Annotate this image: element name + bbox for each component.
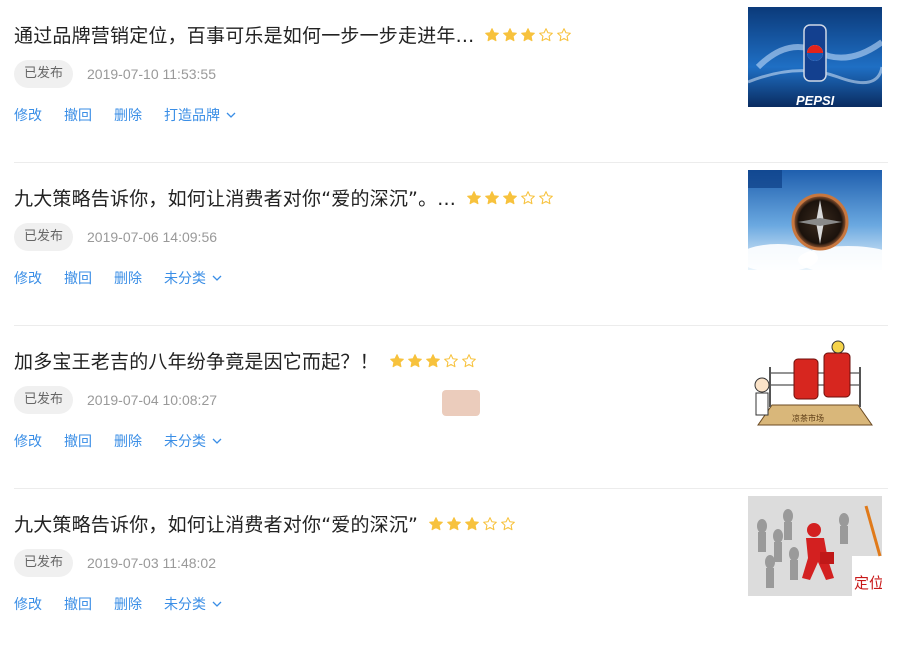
article-item: 通过品牌营销定位，百事可乐是如何一步一步走进年... 已发布 2019-07-1… <box>14 0 888 163</box>
star-filled-icon <box>428 516 444 532</box>
star-filled-icon <box>502 27 518 43</box>
status-badge: 已发布 <box>14 60 74 88</box>
article-thumbnail[interactable] <box>748 170 882 270</box>
rating-stars <box>389 353 479 369</box>
star-filled-icon <box>425 353 441 369</box>
star-outline-icon <box>556 27 572 43</box>
thumbnail-text: 凉茶市场 <box>792 413 824 423</box>
star-filled-icon <box>520 27 536 43</box>
publish-date: 2019-07-04 10:08:27 <box>87 392 218 408</box>
delete-link[interactable]: 删除 <box>114 431 142 451</box>
status-badge: 已发布 <box>14 223 74 251</box>
star-filled-icon <box>389 353 405 369</box>
article-thumbnail[interactable]: PEPSI <box>748 7 882 107</box>
article-item: 九大策略告诉你，如何让消费者对你“爱的深沉”。... 已发布 2019-07-0… <box>14 163 888 326</box>
article-title[interactable]: 加多宝王老吉的八年纷争竟是因它而起？！ <box>14 347 379 374</box>
withdraw-link[interactable]: 撤回 <box>64 594 92 614</box>
redaction-smudge <box>442 390 480 416</box>
withdraw-link[interactable]: 撤回 <box>64 268 92 288</box>
chevron-down-icon <box>212 436 222 446</box>
star-filled-icon <box>466 190 482 206</box>
star-filled-icon <box>407 353 423 369</box>
article-thumbnail[interactable]: 定位 <box>748 496 882 596</box>
edit-link[interactable]: 修改 <box>14 105 42 125</box>
star-filled-icon <box>464 516 480 532</box>
star-outline-icon <box>461 353 477 369</box>
category-dropdown[interactable]: 未分类 <box>164 594 222 614</box>
category-label: 未分类 <box>164 434 206 450</box>
star-filled-icon <box>484 190 500 206</box>
article-title[interactable]: 九大策略告诉你，如何让消费者对你“爱的深沉”。... <box>14 184 456 211</box>
chevron-down-icon <box>226 110 236 120</box>
edit-link[interactable]: 修改 <box>14 594 42 614</box>
article-item: 九大策略告诉你，如何让消费者对你“爱的深沉” 已发布 2019-07-03 11… <box>14 489 888 652</box>
star-outline-icon <box>520 190 536 206</box>
star-outline-icon <box>538 27 554 43</box>
rating-stars <box>428 516 518 532</box>
edit-link[interactable]: 修改 <box>14 431 42 451</box>
star-outline-icon <box>443 353 459 369</box>
star-outline-icon <box>500 516 516 532</box>
thumbnail-text: PEPSI <box>796 93 835 107</box>
status-badge: 已发布 <box>14 549 74 577</box>
star-outline-icon <box>482 516 498 532</box>
withdraw-link[interactable]: 撤回 <box>64 105 92 125</box>
category-label: 未分类 <box>164 597 206 613</box>
delete-link[interactable]: 删除 <box>114 594 142 614</box>
publish-date: 2019-07-06 14:09:56 <box>87 229 218 245</box>
edit-link[interactable]: 修改 <box>14 268 42 288</box>
star-filled-icon <box>484 27 500 43</box>
article-thumbnail[interactable]: 凉茶市场 <box>748 333 882 433</box>
article-title[interactable]: 通过品牌营销定位，百事可乐是如何一步一步走进年... <box>14 21 474 48</box>
star-filled-icon <box>446 516 462 532</box>
category-dropdown[interactable]: 未分类 <box>164 431 222 451</box>
category-label: 未分类 <box>164 271 206 287</box>
category-dropdown[interactable]: 未分类 <box>164 268 222 288</box>
category-dropdown[interactable]: 打造品牌 <box>164 105 236 125</box>
rating-stars <box>484 27 574 43</box>
article-title[interactable]: 九大策略告诉你，如何让消费者对你“爱的深沉” <box>14 510 418 537</box>
withdraw-link[interactable]: 撤回 <box>64 431 92 451</box>
delete-link[interactable]: 删除 <box>114 268 142 288</box>
category-label: 打造品牌 <box>164 108 220 124</box>
chevron-down-icon <box>212 599 222 609</box>
delete-link[interactable]: 删除 <box>114 105 142 125</box>
thumbnail-text: 定位 <box>854 574 882 592</box>
publish-date: 2019-07-03 11:48:02 <box>87 555 216 571</box>
publish-date: 2019-07-10 11:53:55 <box>87 66 216 82</box>
star-outline-icon <box>538 190 554 206</box>
star-filled-icon <box>502 190 518 206</box>
status-badge: 已发布 <box>14 386 74 414</box>
chevron-down-icon <box>212 273 222 283</box>
rating-stars <box>466 190 556 206</box>
